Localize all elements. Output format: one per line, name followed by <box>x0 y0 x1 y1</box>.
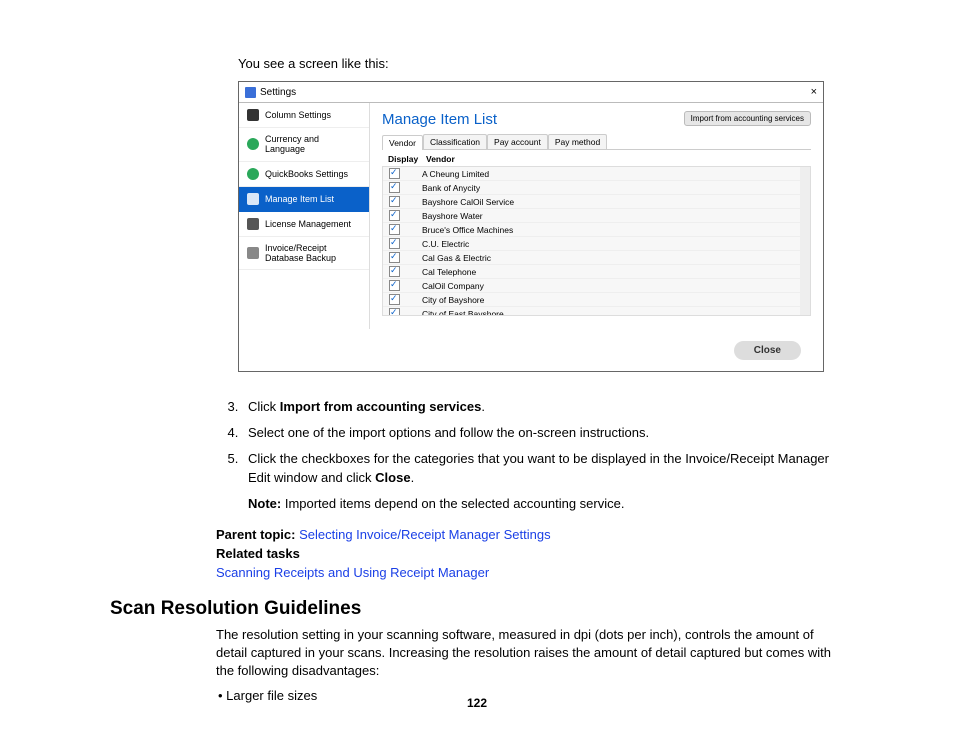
sidebar-item-label: Currency and Language <box>265 134 361 155</box>
dialog-titlebar: Settings × <box>239 82 823 103</box>
sidebar-item-manage-item-list[interactable]: Manage Item List <box>239 187 369 212</box>
import-from-accounting-button[interactable]: Import from accounting services <box>684 111 811 126</box>
vendor-name: Cal Telephone <box>422 267 476 277</box>
sidebar-item-label: License Management <box>265 219 351 229</box>
table-row[interactable]: City of Bayshore <box>383 293 810 307</box>
vendor-name: Bruce's Office Machines <box>422 225 513 235</box>
table-row[interactable]: Bayshore Water <box>383 209 810 223</box>
checkbox[interactable] <box>389 210 400 221</box>
sidebar-item-label: Column Settings <box>265 110 331 120</box>
close-icon[interactable]: × <box>811 86 817 98</box>
sidebar-item-label: Invoice/Receipt Database Backup <box>265 243 361 264</box>
intro-text: You see a screen like this: <box>238 56 844 71</box>
checkbox[interactable] <box>389 182 400 193</box>
step-4: Select one of the import options and fol… <box>242 424 844 442</box>
checkbox[interactable] <box>389 294 400 305</box>
table-row[interactable]: City of East Bayshore <box>383 307 810 316</box>
column-vendor: Vendor <box>426 154 455 164</box>
table-row[interactable]: Bruce's Office Machines <box>383 223 810 237</box>
vendor-name: Bayshore Water <box>422 211 483 221</box>
key-icon <box>247 218 259 230</box>
close-button[interactable]: Close <box>734 341 801 360</box>
table-header: Display Vendor <box>382 150 811 166</box>
checkbox[interactable] <box>389 238 400 249</box>
app-icon <box>245 87 256 98</box>
tab-pay-method[interactable]: Pay method <box>548 134 607 149</box>
section-body-text: The resolution setting in your scanning … <box>216 626 844 681</box>
table-row[interactable]: A Cheung Limited <box>383 167 810 181</box>
vendor-name: CalOil Company <box>422 281 484 291</box>
related-task-link[interactable]: Scanning Receipts and Using Receipt Mana… <box>216 565 489 580</box>
vendor-name: C.U. Electric <box>422 239 469 249</box>
tabs: Vendor Classification Pay account Pay me… <box>382 134 811 150</box>
scrollbar[interactable] <box>800 167 810 315</box>
vendor-name: Bayshore CalOil Service <box>422 197 514 207</box>
column-display: Display <box>388 154 426 164</box>
sidebar-item-label: QuickBooks Settings <box>265 169 348 179</box>
database-icon <box>247 247 259 259</box>
checkbox[interactable] <box>389 266 400 277</box>
sidebar-item-db-backup[interactable]: Invoice/Receipt Database Backup <box>239 237 369 271</box>
sidebar-item-label: Manage Item List <box>265 194 334 204</box>
step-5-note: Note: Imported items depend on the selec… <box>248 495 844 513</box>
settings-sidebar: Column Settings Currency and Language Qu… <box>239 103 370 329</box>
checkbox[interactable] <box>389 196 400 207</box>
checkbox[interactable] <box>389 224 400 235</box>
tab-pay-account[interactable]: Pay account <box>487 134 548 149</box>
instruction-steps: Click Import from accounting services. S… <box>216 398 844 513</box>
sidebar-item-currency-language[interactable]: Currency and Language <box>239 128 369 162</box>
quickbooks-icon <box>247 168 259 180</box>
section-heading: Scan Resolution Guidelines <box>110 598 844 620</box>
page-number: 122 <box>0 696 954 710</box>
vendor-name: Bank of Anycity <box>422 183 480 193</box>
columns-icon <box>247 109 259 121</box>
checkbox[interactable] <box>389 252 400 263</box>
checkbox[interactable] <box>389 168 400 179</box>
vendor-name: City of East Bayshore <box>422 309 504 317</box>
step-5: Click the checkboxes for the categories … <box>242 450 844 513</box>
checkbox[interactable] <box>389 308 400 316</box>
sidebar-item-quickbooks[interactable]: QuickBooks Settings <box>239 162 369 187</box>
settings-dialog-screenshot: Settings × Column Settings Currency and … <box>238 81 824 372</box>
table-row[interactable]: C.U. Electric <box>383 237 810 251</box>
table-row[interactable]: Cal Telephone <box>383 265 810 279</box>
sidebar-item-column-settings[interactable]: Column Settings <box>239 103 369 128</box>
sidebar-item-license[interactable]: License Management <box>239 212 369 237</box>
parent-topic-link[interactable]: Selecting Invoice/Receipt Manager Settin… <box>299 527 550 542</box>
tab-classification[interactable]: Classification <box>423 134 487 149</box>
tab-vendor[interactable]: Vendor <box>382 135 423 150</box>
step-3: Click Import from accounting services. <box>242 398 844 416</box>
vendor-name: A Cheung Limited <box>422 169 489 179</box>
parent-topic-line: Parent topic: Selecting Invoice/Receipt … <box>216 527 844 542</box>
vendor-name: Cal Gas & Electric <box>422 253 491 263</box>
table-row[interactable]: CalOil Company <box>383 279 810 293</box>
table-row[interactable]: Bank of Anycity <box>383 181 810 195</box>
table-row[interactable]: Bayshore CalOil Service <box>383 195 810 209</box>
table-row[interactable]: Cal Gas & Electric <box>383 251 810 265</box>
dialog-title: Settings <box>260 87 811 98</box>
vendor-name: City of Bayshore <box>422 295 484 305</box>
checkbox[interactable] <box>389 280 400 291</box>
list-icon <box>247 193 259 205</box>
related-tasks-label: Related tasks <box>216 546 300 561</box>
vendor-table: A Cheung Limited Bank of Anycity Bayshor… <box>382 166 811 316</box>
globe-icon <box>247 138 259 150</box>
